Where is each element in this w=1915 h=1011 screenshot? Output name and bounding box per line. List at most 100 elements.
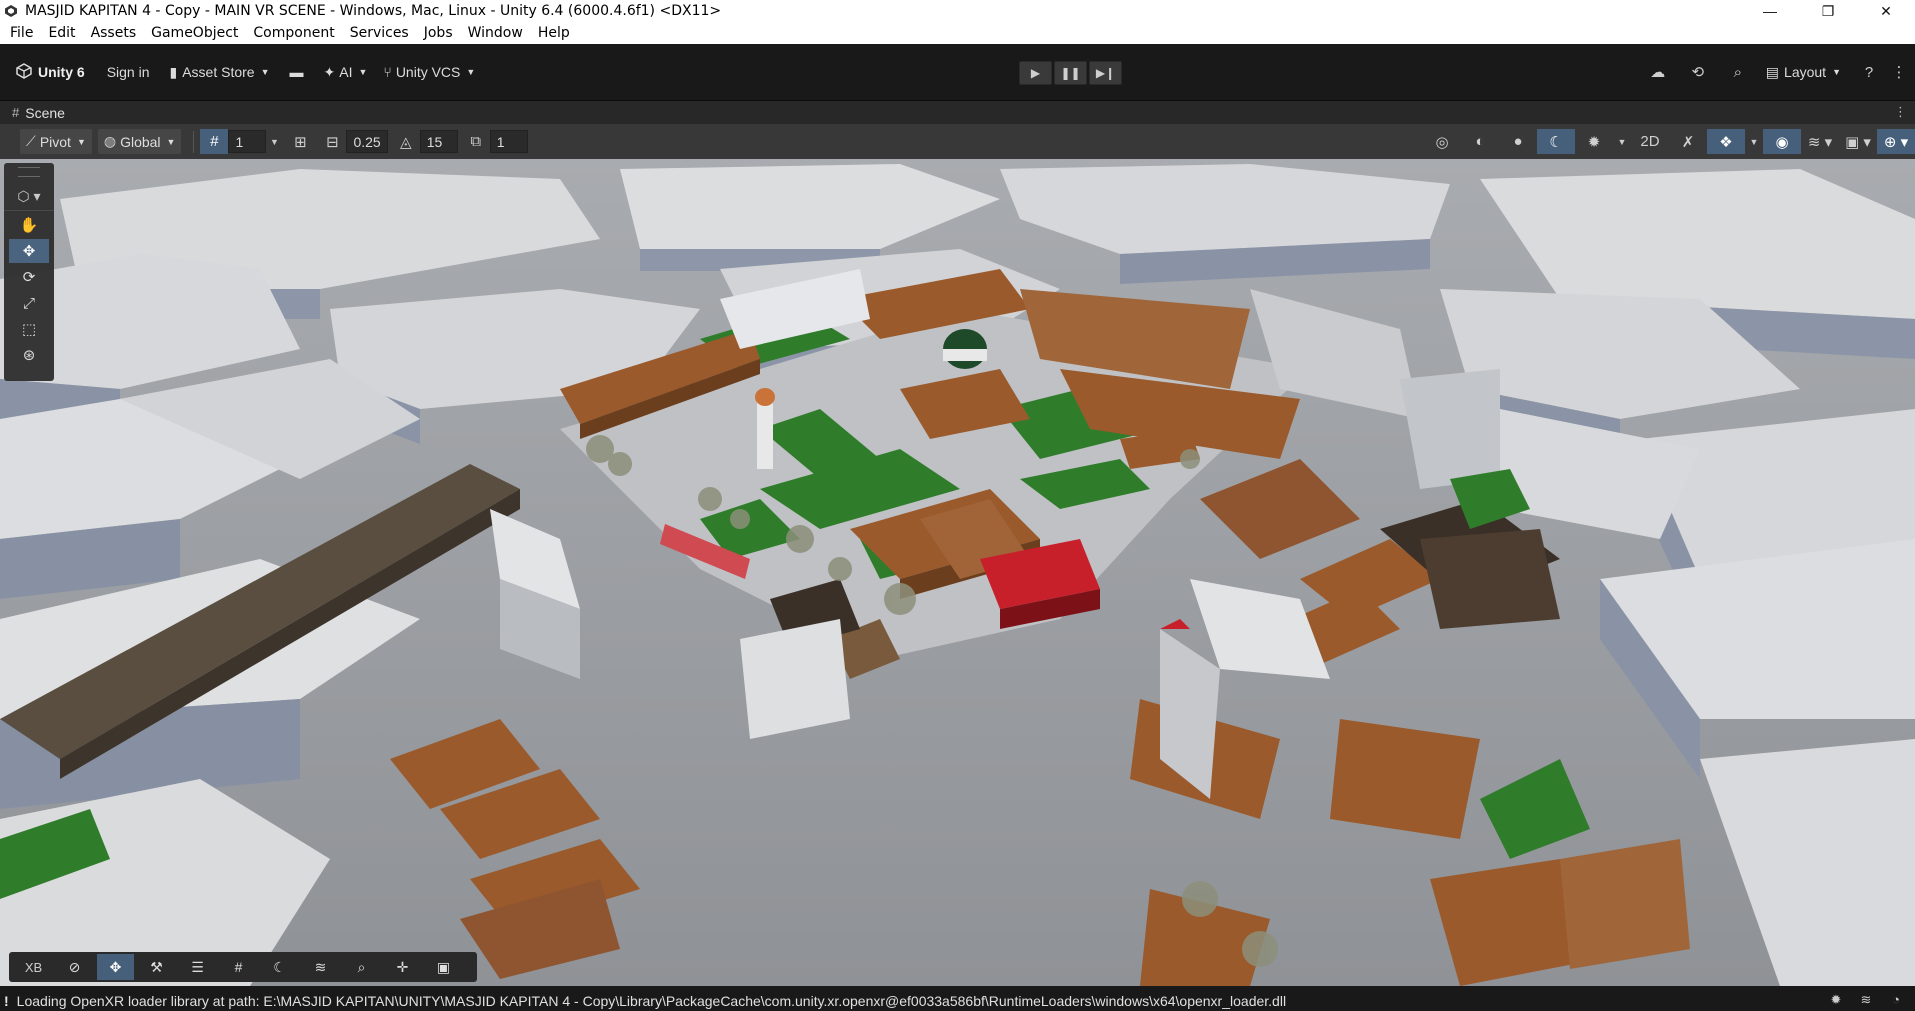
sign-in-button[interactable]: Sign in — [101, 61, 156, 83]
step-button[interactable]: ▶❙ — [1089, 61, 1122, 85]
transform-icon: ⊛ — [22, 347, 36, 364]
grid-dropdown-icon[interactable]: ▼ — [266, 137, 282, 147]
shaded-mode-button[interactable]: ● — [1499, 129, 1537, 154]
layers-status-icon[interactable]: ≋ — [1851, 992, 1881, 1008]
unlit-mode-button[interactable]: ☾ — [1537, 129, 1575, 154]
more-button[interactable]: ⋮ — [1889, 61, 1909, 83]
gizmos-dropdown[interactable]: ⊕ ▾ — [1877, 129, 1915, 154]
history-button[interactable]: ⟲ — [1678, 61, 1718, 83]
rect-tool[interactable]: ⬚ — [9, 317, 49, 341]
pivot-button[interactable]: ✛ — [384, 954, 421, 980]
search-button[interactable]: ⌕ — [343, 954, 380, 980]
scene-render — [0, 159, 1915, 986]
audio-toggle[interactable]: ✗ — [1669, 129, 1707, 154]
move-snap-control: ⊟ 0.25 — [318, 129, 388, 154]
menu-bar: File Edit Assets GameObject Component Se… — [0, 22, 1915, 44]
package-manager-button[interactable]: ▬ — [284, 61, 310, 83]
move-gizmo-button[interactable]: ✥ — [97, 954, 134, 980]
scale-tool[interactable]: ⤢ — [9, 291, 49, 315]
scale-snap-field[interactable]: 1 — [489, 130, 528, 153]
align-icon: ☰ — [191, 958, 204, 975]
unity-version-label: Unity 6 — [38, 64, 85, 80]
ai-button[interactable]: ✦ AI ▼ — [318, 61, 374, 83]
xb-button[interactable]: XB — [15, 954, 52, 980]
wireframe-mode-button[interactable]: ◎ — [1423, 129, 1461, 154]
hand-icon: ✋ — [19, 217, 39, 234]
effects-toggle[interactable]: ❖ — [1707, 129, 1745, 154]
rotate-icon: ⟳ — [22, 269, 36, 286]
rotate-snap-field[interactable]: 15 — [419, 130, 458, 153]
menu-window[interactable]: Window — [464, 25, 531, 41]
move-snap-toggle[interactable]: ⊟ — [318, 129, 346, 154]
step-icon: ▶❙ — [1095, 66, 1116, 80]
menu-help[interactable]: Help — [534, 25, 578, 41]
camera-icon: ▣ ▾ — [1845, 133, 1871, 151]
help-icon: ? — [1864, 63, 1874, 81]
hand-tool[interactable]: ✋ — [9, 213, 49, 237]
snap-grid-button[interactable]: ⊞ — [286, 129, 314, 154]
move-tool[interactable]: ✥ — [9, 239, 49, 263]
asset-store-button[interactable]: ▮ Asset Store ▼ — [164, 61, 276, 83]
tool-palette: ⬡ ▾ ✋ ✥ ⟳ ⤢ ⬚ ⊛ — [4, 163, 54, 381]
eye-icon: ◉ — [1775, 133, 1789, 151]
status-message[interactable]: Loading OpenXR loader library at path: E… — [17, 993, 1286, 1009]
shaded-sphere-icon: ● — [1513, 133, 1523, 150]
shaded-wireframe-button[interactable]: ◐ — [1461, 129, 1499, 154]
grid-button[interactable]: # — [220, 954, 257, 980]
menu-component[interactable]: Component — [249, 25, 342, 41]
camera-button[interactable]: ▣ — [425, 954, 462, 980]
2d-toggle[interactable]: 2D — [1631, 129, 1669, 154]
moon-icon: ☾ — [273, 958, 286, 975]
transform-tool[interactable]: ⊛ — [9, 343, 49, 367]
grid-size-field[interactable]: 1 — [228, 130, 267, 153]
search-button[interactable]: ⌕ — [1718, 61, 1758, 83]
object-dropdown[interactable]: ⬡ ▾ — [4, 183, 54, 211]
grid-toggle[interactable]: # — [200, 129, 229, 154]
compass-button[interactable]: ⊘ — [56, 954, 93, 980]
close-button[interactable]: ✕ — [1857, 0, 1915, 22]
layers-dropdown[interactable]: ≋ ▾ — [1801, 129, 1839, 154]
ai-label: AI — [339, 64, 353, 80]
notification-icon[interactable]: ◔ — [1881, 992, 1911, 1008]
debug-draw-button[interactable]: ✹ — [1575, 129, 1613, 154]
effects-dropdown[interactable]: ▼ — [1745, 129, 1763, 154]
tab-menu-icon[interactable]: ⋮ — [1894, 104, 1907, 120]
menu-jobs[interactable]: Jobs — [420, 25, 461, 41]
menu-edit[interactable]: Edit — [44, 25, 83, 41]
maximize-button[interactable]: ❐ — [1799, 0, 1857, 22]
menu-file[interactable]: File — [6, 25, 41, 41]
pause-button[interactable]: ❚❚ — [1054, 61, 1087, 85]
history-icon: ⟲ — [1691, 64, 1705, 81]
layout-dropdown[interactable]: ▤ Layout ▼ — [1758, 64, 1849, 81]
rotate-snap-icon: ◬ — [399, 133, 412, 151]
layers-button[interactable]: ≋ — [302, 954, 339, 980]
draw-mode-dropdown[interactable]: ▼ — [1613, 129, 1631, 154]
menu-services[interactable]: Services — [346, 25, 417, 41]
cloud-button[interactable]: ☁ — [1638, 61, 1678, 83]
visibility-toggle[interactable]: ◉ — [1763, 129, 1801, 154]
debug-icon[interactable]: ✹ — [1821, 992, 1851, 1008]
tab-scene[interactable]: Scene — [25, 105, 65, 121]
tool-settings-button[interactable]: ⚒ — [138, 954, 175, 980]
palette-grip[interactable] — [18, 167, 40, 177]
align-button[interactable]: ☰ — [179, 954, 216, 980]
effects-icon: ❖ — [1719, 133, 1733, 151]
scene-viewport[interactable] — [0, 159, 1915, 986]
move-snap-field[interactable]: 0.25 — [346, 130, 388, 153]
scale-snap-toggle[interactable]: ⧉ — [462, 129, 490, 154]
unity-account-button[interactable]: Unity 6 — [10, 61, 91, 83]
pivot-dropdown[interactable]: ⟋ Pivot ▼ — [20, 129, 92, 154]
menu-assets[interactable]: Assets — [87, 25, 145, 41]
rotate-tool[interactable]: ⟳ — [9, 265, 49, 289]
camera-dropdown[interactable]: ▣ ▾ — [1839, 129, 1877, 154]
rotate-snap-toggle[interactable]: ◬ — [392, 129, 420, 154]
lighting-button[interactable]: ☾ — [261, 954, 298, 980]
global-dropdown[interactable]: ◍ Global ▼ — [97, 129, 182, 154]
minimize-button[interactable]: — — [1741, 0, 1799, 22]
menu-gameobject[interactable]: GameObject — [147, 25, 246, 41]
help-button[interactable]: ? — [1849, 61, 1889, 83]
play-button[interactable]: ▶ — [1019, 61, 1052, 85]
sparkle-icon: ✦ — [323, 63, 336, 80]
global-label: Global — [120, 133, 161, 150]
unity-vcs-button[interactable]: ⑂ Unity VCS ▼ — [377, 61, 481, 83]
